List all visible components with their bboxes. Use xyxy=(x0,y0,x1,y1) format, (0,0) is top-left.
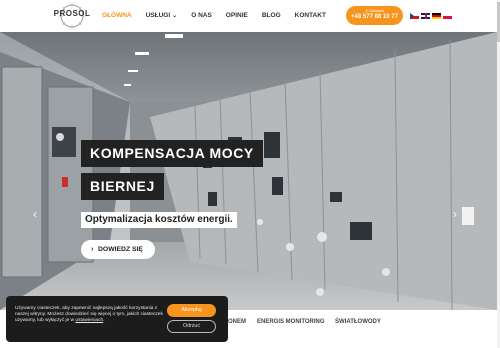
language-switcher xyxy=(410,13,454,19)
nav-item-glowna[interactable]: GŁÓWNA xyxy=(102,12,132,19)
learn-more-label: DOWIEDZ SIĘ xyxy=(98,246,143,253)
tab-energis-monitoring[interactable]: ENERGIS MONITORING xyxy=(257,319,325,325)
nav-item-uslugi[interactable]: USŁUGI ⌄ xyxy=(146,12,178,19)
hero-headline-line2: BIERNEJ xyxy=(81,173,164,200)
phone-number: +48 577 88 10 77 xyxy=(351,14,398,20)
nav-item-label: O NAS xyxy=(191,12,212,19)
call-label: ✆ Zadzwoń xyxy=(365,9,384,13)
call-button[interactable]: ✆ Zadzwoń +48 577 88 10 77 xyxy=(346,6,403,25)
chevron-down-icon: ⌄ xyxy=(172,13,178,19)
flag-de-icon[interactable] xyxy=(432,13,441,19)
nav-item-label: USŁUGI xyxy=(145,12,171,19)
nav-item-o-nas[interactable]: O NAS xyxy=(191,12,212,19)
nav-item-label: GŁÓWNA xyxy=(102,12,132,19)
cookie-banner: Używamy ciasteczek, aby zapewnić najleps… xyxy=(6,296,228,342)
flag-pl-icon[interactable] xyxy=(443,13,452,19)
cookie-text: Używamy ciasteczek, aby zapewnić najleps… xyxy=(15,306,163,323)
flag-gb-icon[interactable] xyxy=(421,13,430,19)
hero-headline-line1: KOMPENSACJA MOCY xyxy=(81,140,263,167)
flag-cz-icon[interactable] xyxy=(410,13,419,19)
hero-background-image xyxy=(0,32,497,310)
cookie-accept-button[interactable]: Akceptuj xyxy=(167,304,216,317)
nav-item-label: OPINIE xyxy=(225,12,248,19)
tab-swiatlowody[interactable]: ŚWIATŁOWODY xyxy=(335,319,381,325)
hero-subline: Optymalizacja kosztów energii. xyxy=(81,212,237,228)
nav-item-kontakt[interactable]: KONTAKT xyxy=(295,12,326,19)
nav-item-label: KONTAKT xyxy=(294,12,326,19)
chevron-right-icon: › xyxy=(91,246,94,253)
main-nav: GŁÓWNA USŁUGI ⌄ O NAS OPINIE BLOG KONTAKT xyxy=(102,12,340,19)
cookie-settings-link[interactable]: ustawieniach xyxy=(75,318,103,323)
chevron-right-icon[interactable]: › xyxy=(453,207,457,221)
cookie-reject-button[interactable]: Odrzuć xyxy=(167,320,216,333)
hero-slider: ‹ › KOMPENSACJA MOCY BIERNEJ Optymalizac… xyxy=(0,32,497,310)
chevron-left-icon[interactable]: ‹ xyxy=(33,207,37,221)
tab-onem[interactable]: ONEM xyxy=(228,319,246,325)
nav-item-opinie[interactable]: OPINIE xyxy=(226,12,248,19)
nav-item-blog[interactable]: BLOG xyxy=(262,12,281,19)
site-header: PROSOL GŁÓWNA USŁUGI ⌄ O NAS OPINIE BLOG … xyxy=(0,0,500,32)
nav-item-label: BLOG xyxy=(261,12,281,19)
learn-more-button[interactable]: › DOWIEDZ SIĘ xyxy=(81,240,155,259)
logo-text[interactable]: PROSOL xyxy=(52,9,92,18)
